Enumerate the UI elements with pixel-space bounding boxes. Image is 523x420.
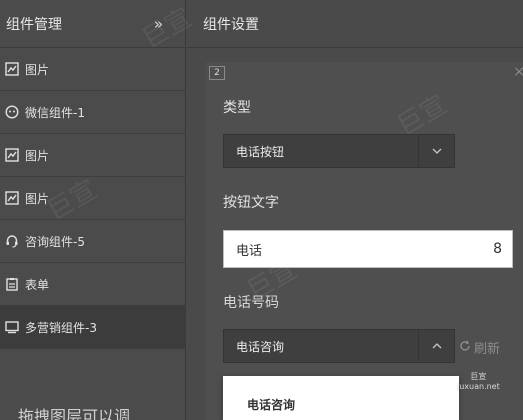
type-select[interactable]: 电话按钮 — [223, 134, 455, 168]
button-text-label: 按钮文字 — [223, 195, 279, 211]
phone-select-value: 电话咨询 — [236, 339, 285, 354]
monitor-icon — [5, 320, 19, 334]
sidebar-item-label: 表单 — [25, 277, 50, 292]
sidebar-item-label: 图片 — [25, 191, 50, 206]
sidebar-item-form[interactable]: 表单 — [0, 263, 185, 306]
image-icon — [5, 62, 19, 76]
page-title: 组件设置 — [203, 16, 259, 33]
brand-logo: 巨宣 juxuan.net — [457, 372, 500, 392]
char-count: 8 — [493, 241, 502, 257]
image-icon — [5, 148, 19, 162]
wechat-icon — [5, 105, 19, 119]
phone-dropdown-list: 电话咨询 — [223, 376, 459, 420]
sidebar-hint: 拖拽图层可以调 — [18, 407, 131, 420]
close-icon[interactable]: × — [513, 64, 523, 80]
type-label: 类型 — [223, 100, 251, 116]
sidebar-item-wechat[interactable]: 微信组件-1 — [0, 91, 185, 134]
chevron-up-icon[interactable] — [418, 330, 454, 362]
sidebar-item-label: 图片 — [25, 148, 50, 163]
sidebar: 组件管理 » 图片 微信组件-1 图片 图片 咨询组件-5 表单 多营销组件-3… — [0, 0, 186, 420]
button-text-input[interactable]: 电话 8 — [223, 230, 513, 268]
phone-select[interactable]: 电话咨询 — [223, 329, 455, 363]
form-icon — [5, 277, 19, 291]
chevron-down-icon[interactable] — [418, 135, 454, 167]
sidebar-item-image-1[interactable]: 图片 — [0, 48, 185, 91]
image-icon — [5, 191, 19, 205]
sidebar-title: 组件管理 — [6, 16, 62, 33]
type-select-value: 电话按钮 — [236, 144, 285, 159]
button-text-value: 电话 — [236, 243, 263, 259]
sidebar-item-image-2[interactable]: 图片 — [0, 134, 185, 177]
sidebar-item-label: 图片 — [25, 62, 50, 77]
main-header: 组件设置 — [187, 0, 523, 48]
refresh-icon — [459, 340, 471, 356]
sidebar-item-label: 微信组件-1 — [25, 105, 85, 120]
sidebar-header: 组件管理 » — [0, 0, 185, 48]
brand-line2: juxuan.net — [457, 382, 500, 391]
sidebar-item-consult[interactable]: 咨询组件-5 — [0, 220, 185, 263]
headset-icon — [5, 234, 19, 248]
dropdown-option[interactable]: 电话咨询 — [247, 396, 295, 413]
sidebar-item-label: 咨询组件-5 — [25, 234, 85, 249]
refresh-label: 刷新 — [474, 342, 501, 357]
sidebar-item-marketing[interactable]: 多营销组件-3 — [0, 306, 185, 349]
sidebar-item-label: 多营销组件-3 — [25, 320, 97, 335]
phone-number-label: 电话号码 — [223, 295, 279, 311]
refresh-button[interactable]: 刷新 — [459, 338, 500, 357]
collapse-icon[interactable]: » — [154, 15, 163, 33]
panel-index-badge: 2 — [209, 66, 225, 80]
main-area: 组件设置 2 × 类型 电话按钮 按钮文字 电话 8 电话号码 电话咨询 刷新 — [187, 0, 523, 420]
sidebar-item-image-3[interactable]: 图片 — [0, 177, 185, 220]
component-settings-panel: 2 × 类型 电话按钮 按钮文字 电话 8 电话号码 电话咨询 刷新 — [205, 62, 523, 420]
brand-line1: 巨宣 — [470, 372, 487, 381]
